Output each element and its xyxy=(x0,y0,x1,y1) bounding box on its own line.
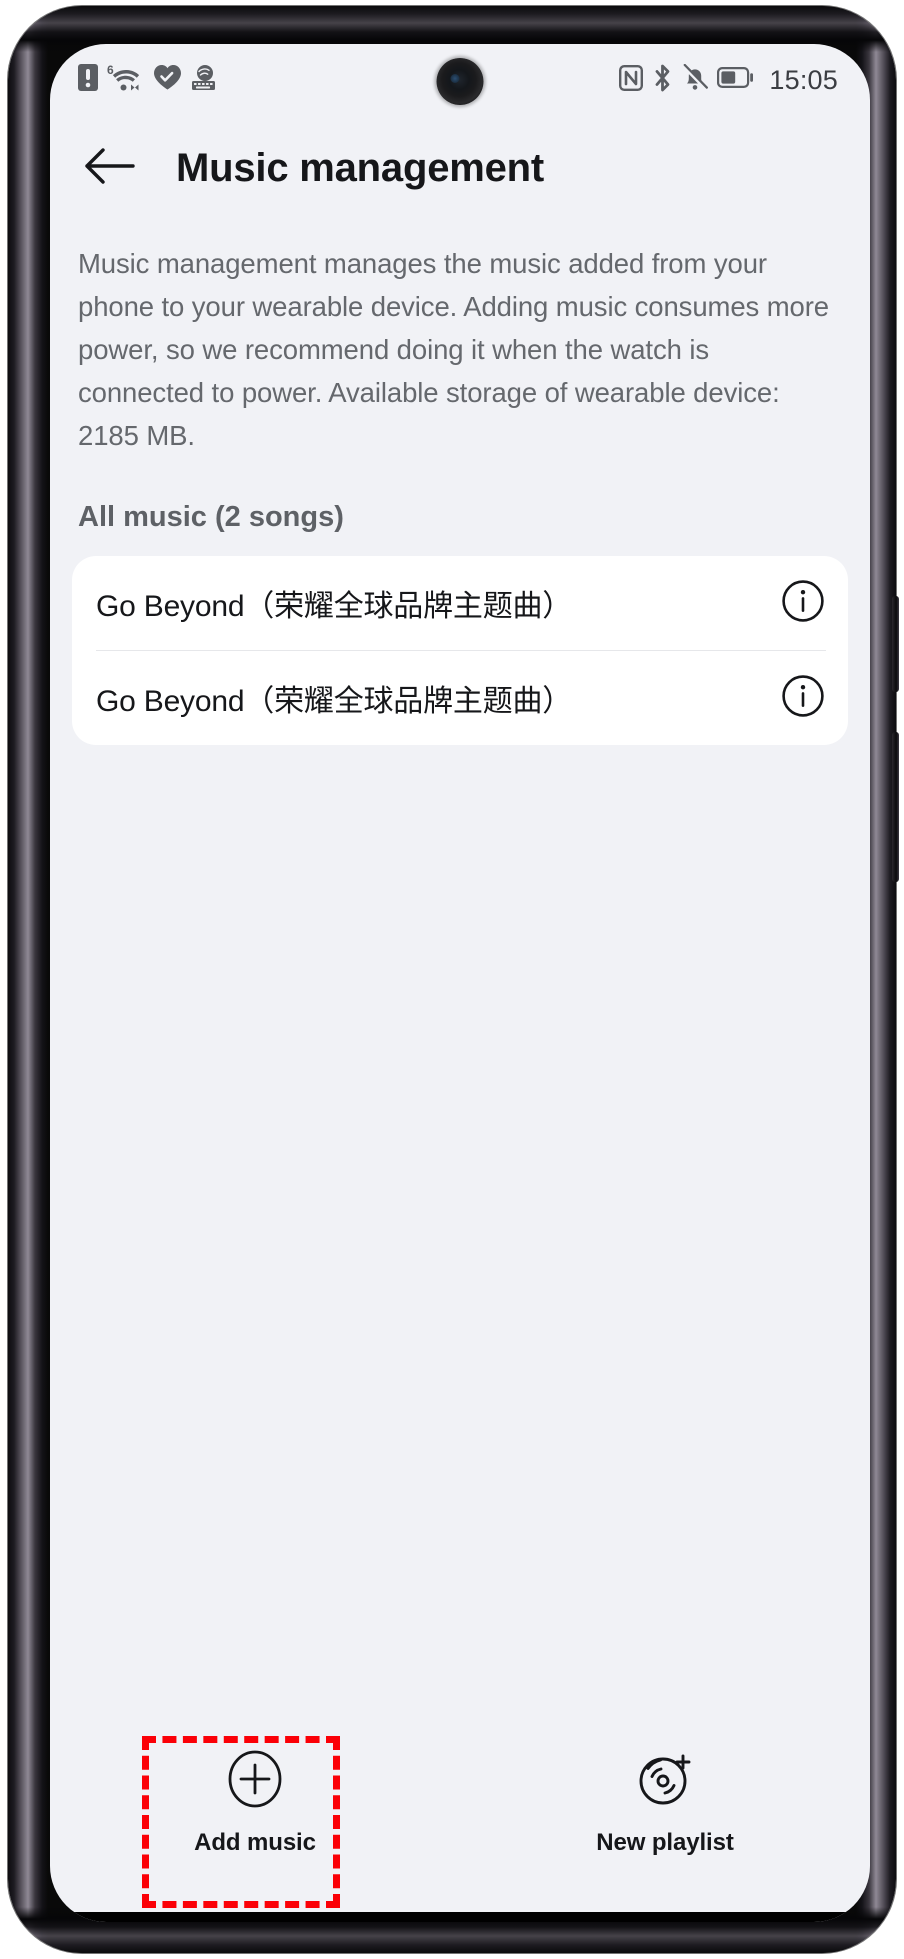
page-title: Music management xyxy=(176,145,545,190)
sim-alert-icon xyxy=(78,64,98,96)
phone-device-frame: 6 15:05 Music management Music managemen… xyxy=(8,6,899,1953)
table-row[interactable]: Go Beyond（荣耀全球品牌主题曲） xyxy=(72,556,848,650)
bluetooth-icon xyxy=(652,64,673,97)
home-indicator-strip xyxy=(50,1912,870,1922)
section-heading-all-music: All music (2 songs) xyxy=(78,501,344,533)
table-row[interactable]: Go Beyond（荣耀全球品牌主题曲） xyxy=(72,651,848,745)
song-list-card: Go Beyond（荣耀全球品牌主题曲） Go Beyond（荣耀全球品牌主题曲… xyxy=(72,556,848,745)
song-title: Go Beyond（荣耀全球品牌主题曲） xyxy=(96,590,573,623)
info-circle-icon xyxy=(781,579,825,628)
volume-button[interactable] xyxy=(892,732,899,882)
song-info-button[interactable] xyxy=(780,579,826,628)
bell-muted-icon xyxy=(682,63,709,96)
heart-icon xyxy=(154,65,181,95)
status-bar-right-icons: 15:05 xyxy=(619,63,838,97)
svg-text:6: 6 xyxy=(107,63,114,77)
nfc-icon xyxy=(619,64,644,96)
status-bar-left-icons: 6 xyxy=(78,63,217,98)
info-circle-icon xyxy=(781,674,825,723)
wifi-6-icon: 6 xyxy=(107,63,145,98)
add-music-label: Add music xyxy=(194,1829,316,1856)
new-playlist-button[interactable]: New playlist xyxy=(460,1748,870,1857)
bottom-action-bar: Add music New playlist xyxy=(50,1726,870,1922)
plus-circle-icon xyxy=(224,1748,286,1815)
description-text: Music management manages the music added… xyxy=(78,248,829,451)
back-button[interactable] xyxy=(78,136,142,200)
power-button[interactable] xyxy=(892,596,899,692)
song-info-button[interactable] xyxy=(780,674,826,723)
phone-screen: 6 15:05 Music management Music managemen… xyxy=(50,44,870,1922)
add-music-button[interactable]: Add music xyxy=(50,1748,460,1857)
status-bar-clock: 15:05 xyxy=(769,64,838,95)
new-playlist-disc-icon xyxy=(634,1748,696,1815)
song-title: Go Beyond（荣耀全球品牌主题曲） xyxy=(96,685,573,718)
status-bar: 6 15:05 xyxy=(50,44,870,116)
front-camera-punch-hole xyxy=(436,58,484,105)
new-playlist-label: New playlist xyxy=(596,1829,734,1856)
app-notification-icon xyxy=(190,64,217,96)
title-bar: Music management xyxy=(50,116,870,220)
battery-icon xyxy=(717,67,754,93)
arrow-left-icon xyxy=(84,146,136,191)
